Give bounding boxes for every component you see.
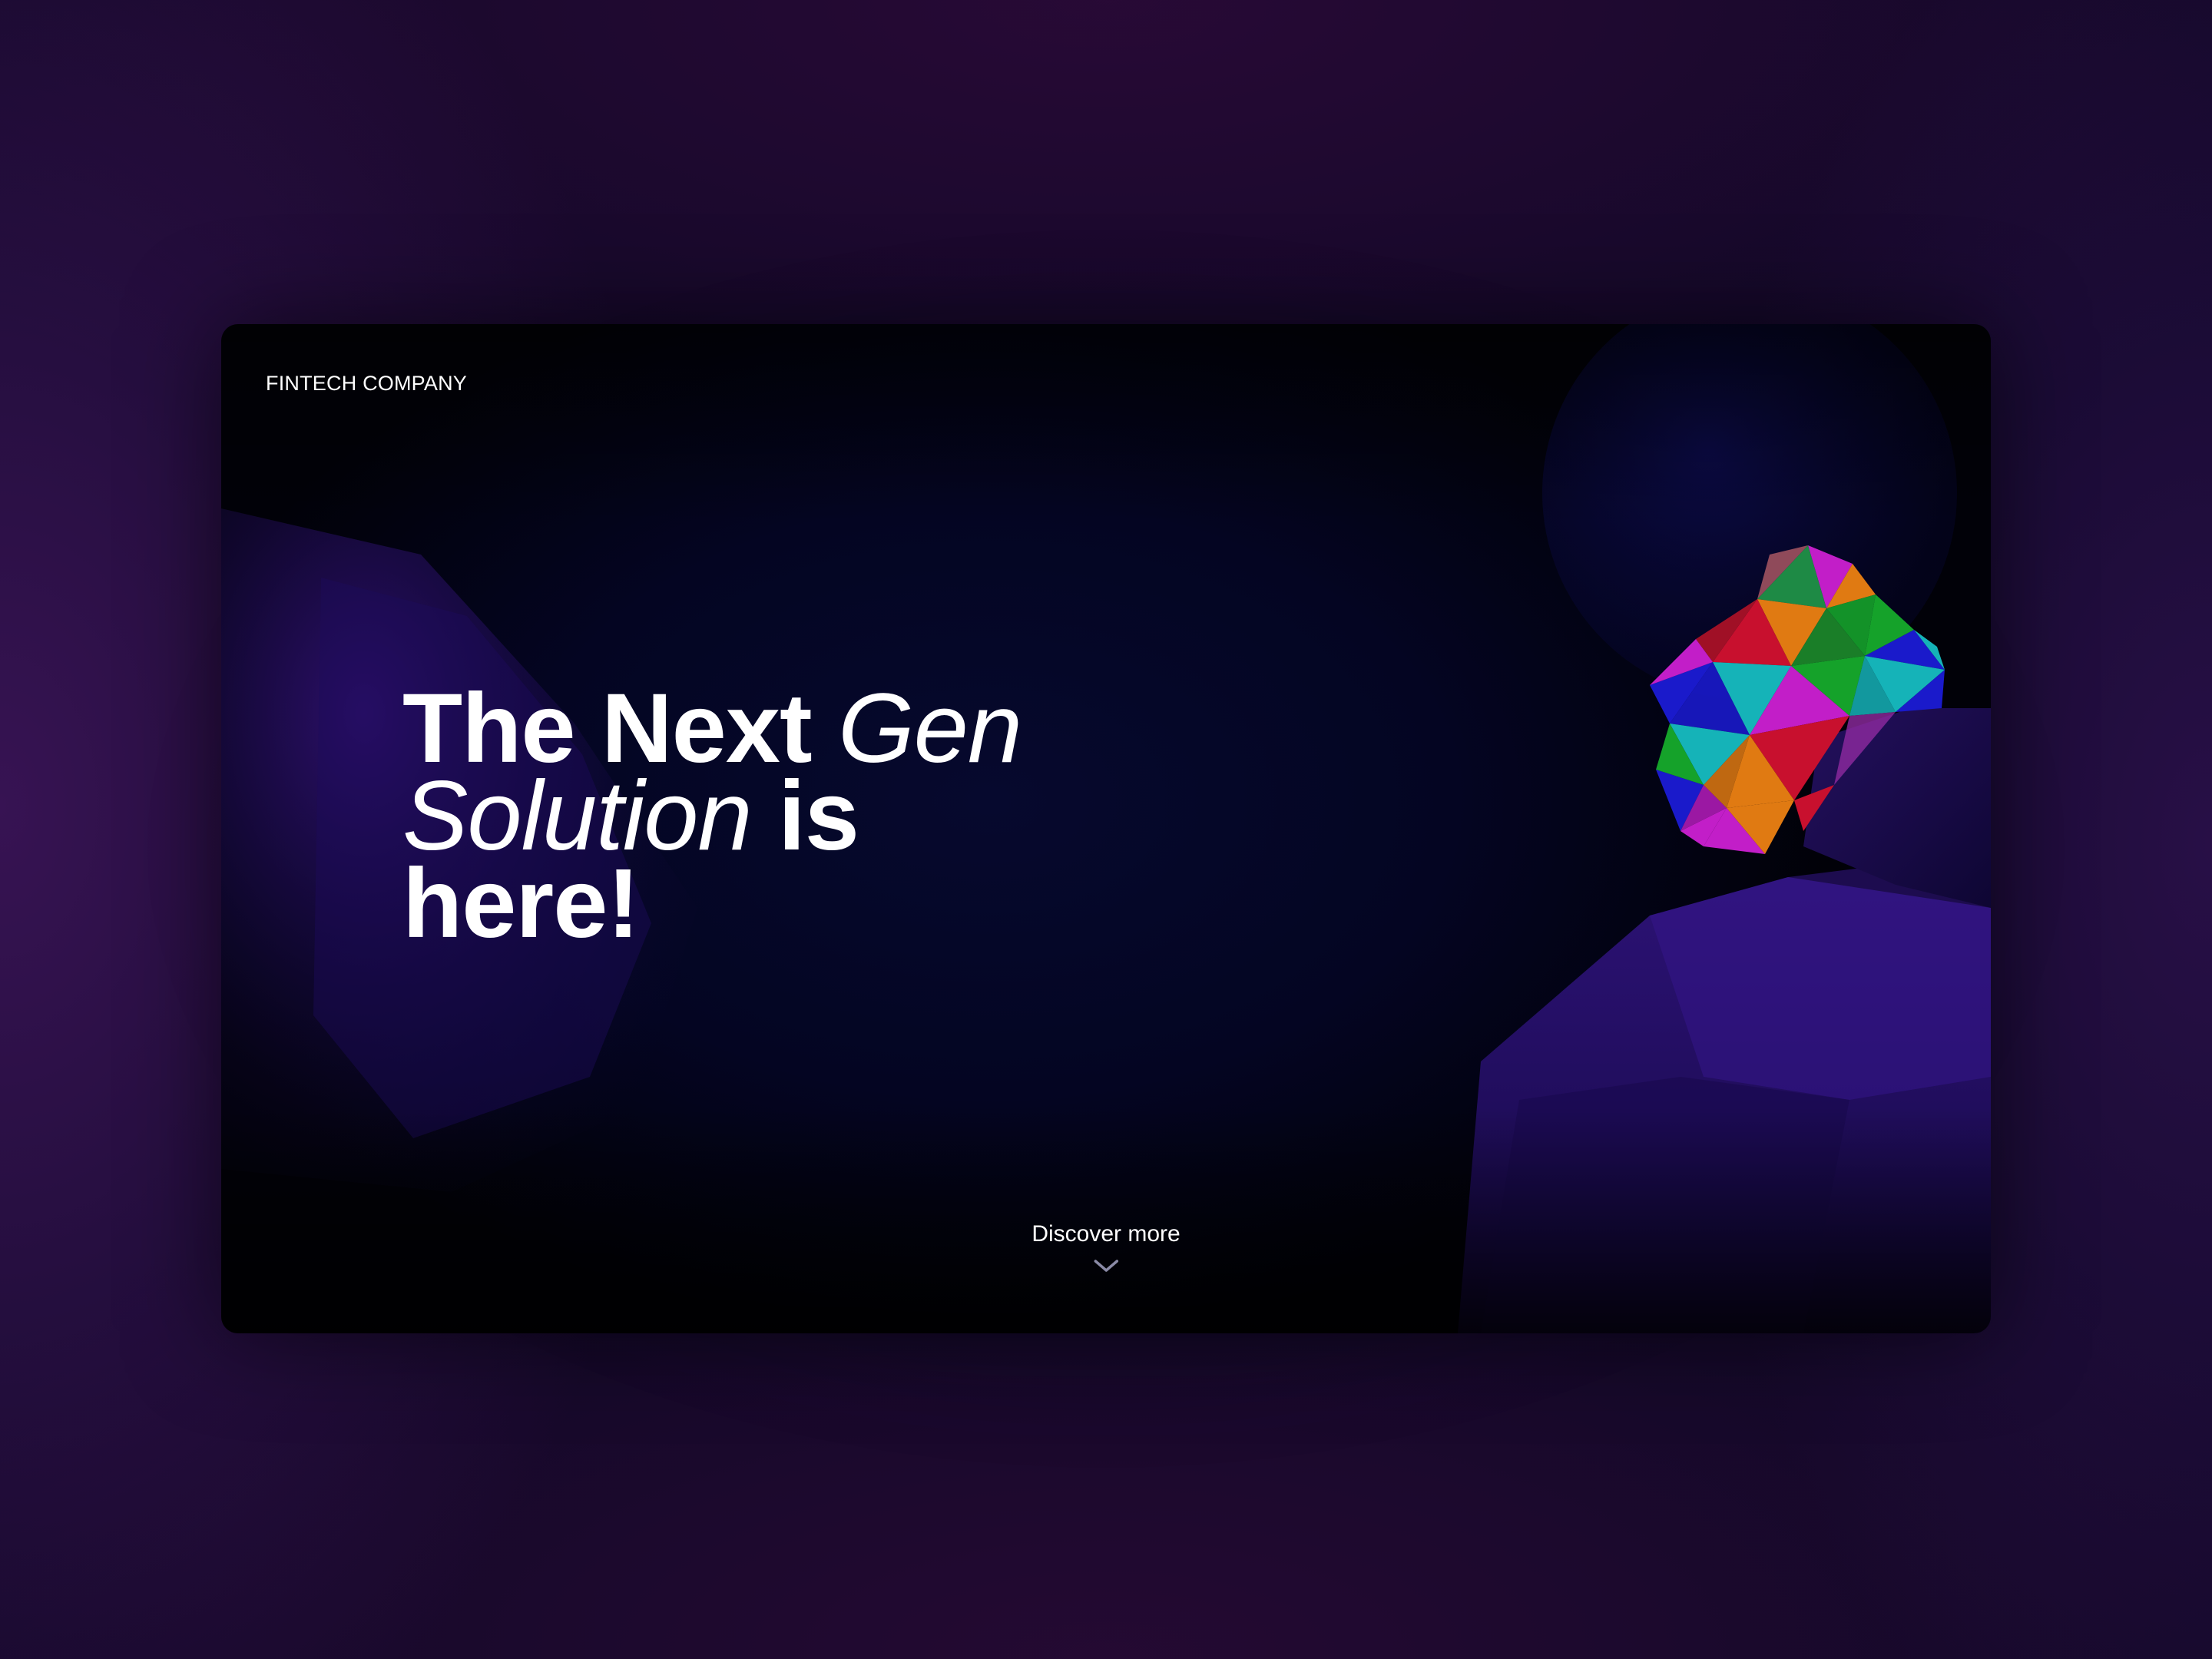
brand-logo-text[interactable]: FINTECH COMPANY [266,372,467,396]
discover-more-button[interactable]: Discover more [1031,1221,1181,1273]
hero-card: FINTECH COMPANY The Next Gen Solution is… [221,324,1991,1333]
hero-headline: The Next Gen Solution is here! [402,680,1094,953]
chevron-down-icon[interactable] [1093,1258,1119,1273]
discover-more-label: Discover more [1031,1221,1181,1247]
